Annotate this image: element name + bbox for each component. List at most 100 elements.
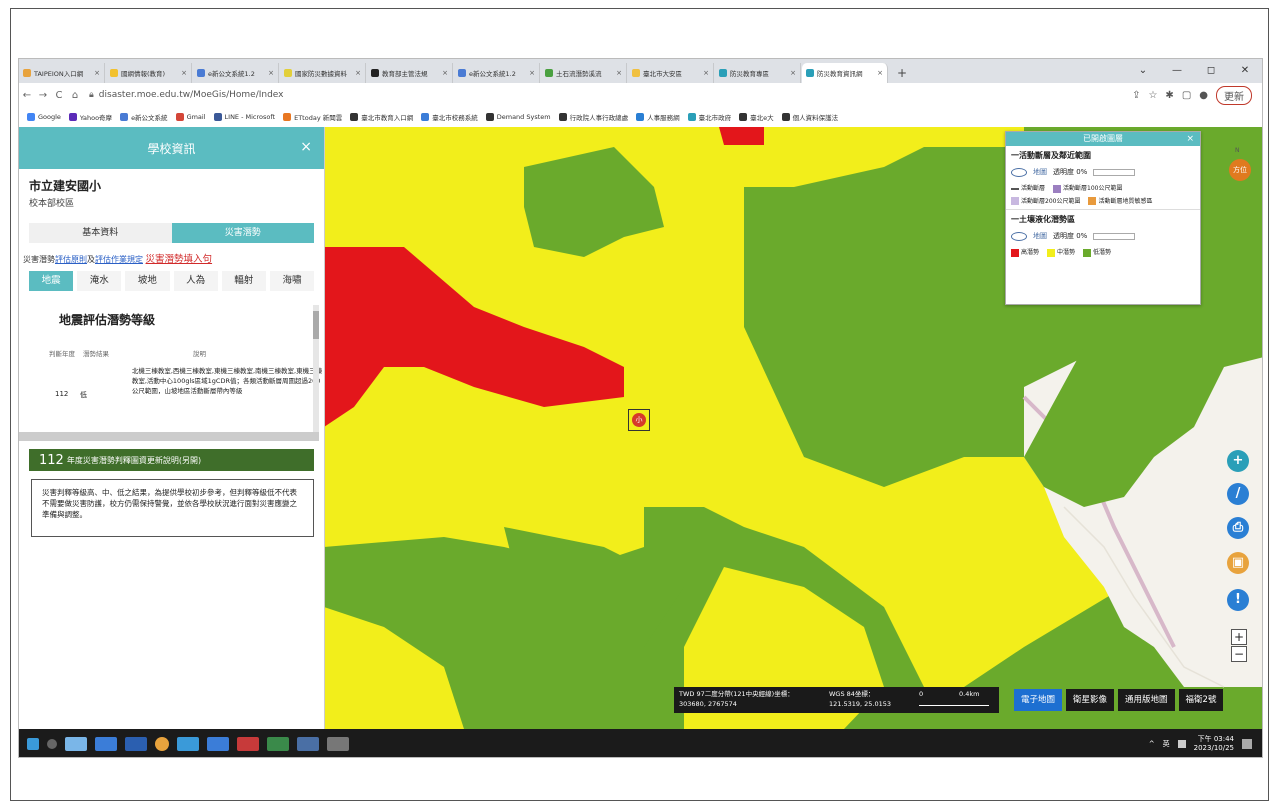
map-type-satellite[interactable]: 衛星影像 [1066, 689, 1115, 711]
maximize-icon[interactable]: ◻ [1194, 59, 1228, 83]
extensions-icon[interactable]: ✱ [1165, 90, 1173, 101]
browser-tab[interactable]: 臺北市大安區 × [628, 63, 714, 83]
profile-icon[interactable]: ● [1199, 90, 1208, 101]
info-icon[interactable]: ! [1227, 589, 1249, 611]
horizontal-scrollbar[interactable] [19, 432, 319, 441]
url-field[interactable]: 🔒︎ disaster.moe.edu.tw/MoeGis/Home/Index [89, 90, 284, 100]
close-icon[interactable]: × [300, 139, 312, 155]
start-icon[interactable] [27, 738, 39, 750]
close-tab-icon[interactable]: × [440, 69, 448, 77]
tab-hazard[interactable]: 災害潛勢 [171, 223, 314, 243]
tab-basic-info[interactable]: 基本資料 [29, 223, 172, 243]
map-type-formosat[interactable]: 福衛2號 [1178, 689, 1224, 711]
taskbar-app-icon[interactable] [297, 737, 319, 751]
bookmark-item[interactable]: 個人資料保護法 [781, 112, 838, 122]
eval-rules-link[interactable]: 評估作業規定 [95, 255, 143, 264]
close-tab-icon[interactable]: × [527, 69, 535, 77]
tab-search-icon[interactable]: ⌄ [1126, 59, 1160, 83]
eval-principle-link[interactable]: 評估原則 [55, 255, 87, 264]
measure-icon[interactable]: / [1227, 483, 1249, 505]
sidebar-icon[interactable]: ▢ [1182, 90, 1191, 101]
scroll-thumb[interactable] [313, 311, 319, 339]
bookmark-item[interactable]: Yahoo奇摩 [68, 112, 112, 122]
taskbar-app-icon[interactable] [95, 737, 117, 751]
bookmark-item[interactable]: 行政院人事行政總處 [558, 112, 628, 122]
taskbar-app-icon[interactable] [65, 737, 87, 751]
close-icon[interactable]: × [1186, 132, 1194, 146]
bookmark-item[interactable]: Demand System [485, 113, 551, 121]
notification-icon[interactable] [1242, 739, 1252, 749]
tray-app-icon[interactable] [1177, 740, 1186, 748]
bookmark-item[interactable]: LINE - Microsoft [213, 113, 275, 121]
eye-icon[interactable] [1011, 231, 1027, 241]
compass-icon[interactable]: 方位 [1229, 159, 1251, 181]
input-lang[interactable]: 英 [1163, 739, 1170, 749]
print-icon[interactable]: ⎙ [1227, 517, 1249, 539]
update-button[interactable]: 更新 [1216, 85, 1252, 105]
tab-earthquake[interactable]: 地震 [29, 271, 74, 291]
opacity-slider[interactable] [1093, 232, 1136, 240]
zoom-plus-icon[interactable]: + [1227, 450, 1249, 472]
browser-tab[interactable]: 國網情報(教育) × [106, 63, 192, 83]
browser-tab[interactable]: 教育部主管法規 × [367, 63, 453, 83]
star-icon[interactable]: ☆ [1148, 90, 1157, 101]
bookmark-item[interactable]: Google [27, 113, 61, 121]
minimize-icon[interactable]: — [1160, 59, 1194, 83]
taskbar-app-icon[interactable] [237, 737, 259, 751]
eye-icon[interactable] [1011, 167, 1027, 177]
map-type-electronic[interactable]: 電子地圖 [1014, 689, 1063, 711]
new-tab-button[interactable]: + [889, 63, 915, 83]
tab-radiation[interactable]: 輻射 [221, 271, 266, 291]
taskbar-app-icon[interactable] [177, 737, 199, 751]
zoom-out-button[interactable]: − [1231, 646, 1247, 662]
close-tab-icon[interactable]: × [875, 69, 883, 77]
browser-tab[interactable]: 土石流潛勢溪流 × [541, 63, 627, 83]
browser-tab[interactable]: 防災教育專區 × [715, 63, 801, 83]
hazard-report-link[interactable]: 災害潛勢填入句 [146, 254, 213, 265]
bookmark-item[interactable]: ETtoday 新聞雲 [283, 112, 342, 122]
taskbar-app-icon[interactable] [125, 737, 147, 751]
browser-tab[interactable]: TAIPEION入口網 × [19, 63, 105, 83]
screenshot-icon[interactable]: ▣ [1227, 552, 1249, 574]
vertical-scrollbar[interactable] [313, 305, 319, 435]
tab-slope[interactable]: 坡地 [125, 271, 170, 291]
browser-tab-active[interactable]: 防災教育資訊網 × [802, 63, 888, 83]
close-tab-icon[interactable]: × [266, 69, 274, 77]
opacity-slider[interactable] [1093, 168, 1136, 176]
close-tab-icon[interactable]: × [614, 69, 622, 77]
bookmark-item[interactable]: 臺北市教育入口網 [350, 112, 413, 122]
browser-tab[interactable]: 國家防災數據資料 × [280, 63, 366, 83]
zoom-in-button[interactable]: + [1231, 629, 1247, 645]
close-tab-icon[interactable]: × [179, 69, 187, 77]
close-tab-icon[interactable]: × [788, 69, 796, 77]
close-tab-icon[interactable]: × [92, 69, 100, 77]
home-icon[interactable]: ⌂ [67, 90, 83, 101]
tab-tsunami[interactable]: 海嘯 [269, 271, 315, 291]
chrome-icon[interactable] [155, 737, 169, 751]
update-notice-banner[interactable]: 112 年度災害潛勢判釋圖資更新說明(另開) [29, 449, 314, 471]
bookmark-item[interactable]: 人事服務網 [636, 112, 680, 122]
search-icon[interactable] [47, 739, 57, 749]
forward-icon[interactable]: → [35, 90, 51, 101]
share-icon[interactable]: ⇪ [1132, 90, 1140, 101]
browser-tab[interactable]: e新公文系統1.2 × [454, 63, 540, 83]
clock[interactable]: 下午 03:44 2023/10/25 [1194, 735, 1234, 753]
taskbar-app-icon[interactable] [267, 737, 289, 751]
reload-icon[interactable]: C [51, 90, 67, 101]
bookmark-item[interactable]: 臺北市校務系統 [421, 112, 478, 122]
bookmark-item[interactable]: 臺北e大 [739, 112, 774, 122]
map-type-general[interactable]: 通用版地圖 [1118, 689, 1175, 711]
close-window-icon[interactable]: ✕ [1228, 59, 1262, 83]
tray-chevron-icon[interactable]: ^ [1149, 740, 1155, 748]
taskbar-app-icon[interactable] [327, 737, 349, 751]
close-tab-icon[interactable]: × [353, 69, 361, 77]
browser-tab[interactable]: e新公文系統1.2 × [193, 63, 279, 83]
bookmark-item[interactable]: 臺北市政府 [687, 112, 731, 122]
back-icon[interactable]: ← [19, 90, 35, 101]
bookmark-item[interactable]: e新公文系統 [120, 112, 168, 122]
bookmark-item[interactable]: Gmail [175, 113, 206, 121]
school-marker[interactable]: 小 [628, 409, 650, 431]
close-tab-icon[interactable]: × [701, 69, 709, 77]
tab-human[interactable]: 人為 [173, 271, 218, 291]
edge-icon[interactable] [207, 737, 229, 751]
